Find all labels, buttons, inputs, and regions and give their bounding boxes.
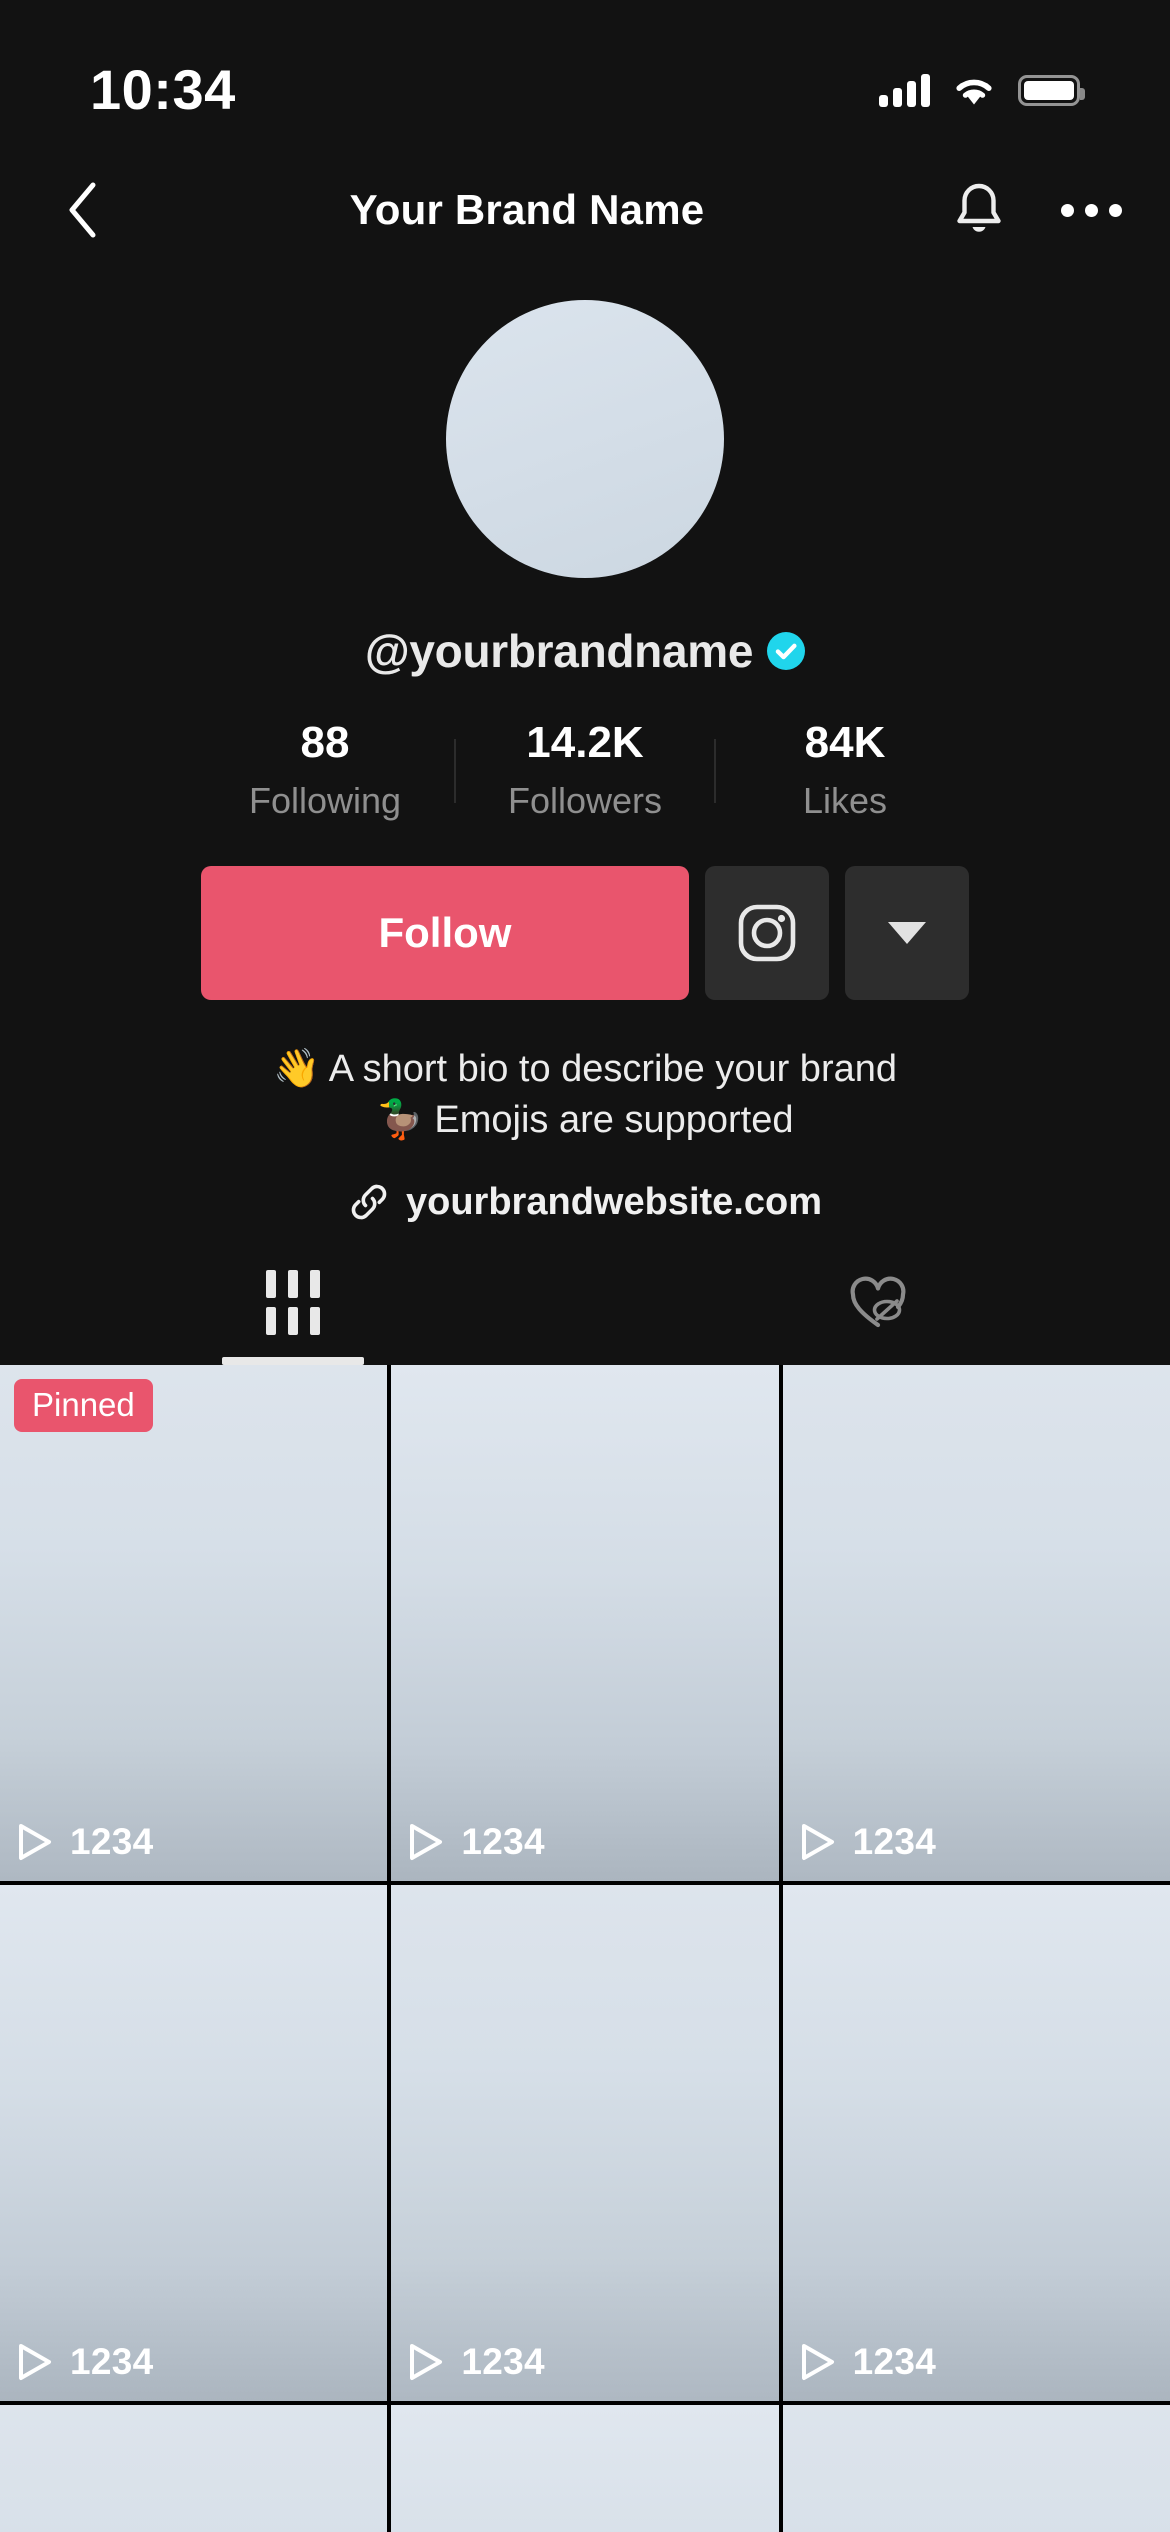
wifi-icon — [952, 74, 996, 107]
view-count: 1234 — [852, 2341, 937, 2382]
video-thumbnail[interactable]: 1234 — [0, 1885, 388, 2401]
status-bar: 10:34 — [0, 0, 1170, 150]
video-thumbnail[interactable] — [782, 2405, 1170, 2532]
followers-count: 14.2K — [526, 718, 644, 767]
video-thumbnail[interactable]: 1234 — [782, 1365, 1170, 1881]
video-thumbnail[interactable]: Pinned 1234 — [0, 1365, 388, 1881]
more-options-icon[interactable] — [1058, 177, 1124, 243]
status-bar-icons — [879, 43, 1085, 107]
view-count-overlay: 1234 — [799, 1821, 937, 1863]
heart-private-icon — [850, 1276, 905, 1327]
likes-count: 84K — [804, 718, 886, 767]
active-tab-indicator — [221, 1357, 364, 1365]
profile-stats: 88 Following 14.2K Followers 84K Likes — [0, 718, 1170, 822]
tiktok-profile-screen: 10:34 Your Brand Name @yourbrandname 88 … — [0, 0, 1170, 2532]
view-count: 1234 — [461, 1821, 545, 1862]
tab-liked[interactable] — [585, 1240, 1170, 1365]
play-triangle-icon — [19, 1824, 51, 1860]
view-count: 1234 — [461, 2341, 545, 2382]
view-count: 1234 — [852, 1821, 937, 1862]
play-triangle-icon — [19, 2344, 51, 2380]
instagram-icon — [738, 904, 796, 962]
video-thumbnail[interactable]: 1234 — [782, 1885, 1170, 2401]
instagram-button[interactable] — [705, 866, 829, 1001]
video-grid: Pinned 1234 1234 1234 1234 1234 1234 — [0, 1365, 1170, 2532]
navigation-header: Your Brand Name — [0, 150, 1170, 270]
video-thumbnail[interactable] — [391, 2405, 779, 2532]
following-count: 88 — [300, 718, 350, 767]
bio-line-1: 👋 A short bio to describe your brand — [273, 1048, 897, 1091]
stat-likes[interactable]: 84K Likes — [716, 718, 974, 822]
username: @yourbrandname — [364, 625, 754, 677]
grid-icon — [265, 1270, 320, 1335]
view-count-overlay: 1234 — [407, 2341, 545, 2383]
tab-videos[interactable] — [0, 1240, 585, 1365]
video-thumbnail[interactable]: 1234 — [391, 1365, 779, 1881]
play-triangle-icon — [410, 1824, 443, 1860]
likes-label: Likes — [802, 780, 888, 822]
followers-label: Followers — [507, 780, 663, 822]
bio-line-2: 🦆 Emojis are supported — [376, 1099, 794, 1142]
view-count-overlay: 1234 — [407, 1821, 545, 1863]
view-count-overlay: 1234 — [16, 1821, 154, 1863]
play-triangle-icon — [801, 2344, 834, 2380]
battery-full-icon — [1018, 74, 1085, 106]
avatar[interactable] — [446, 300, 724, 578]
website-link[interactable]: yourbrandwebsite.com — [0, 1181, 1170, 1224]
username-row: @yourbrandname — [0, 624, 1170, 678]
status-bar-time: 10:34 — [90, 57, 236, 121]
view-count: 1234 — [70, 2341, 154, 2382]
pinned-badge: Pinned — [14, 1379, 153, 1432]
website-url: yourbrandwebsite.com — [406, 1180, 822, 1223]
more-links-button[interactable] — [845, 866, 969, 1001]
stat-followers[interactable]: 14.2K Followers — [456, 718, 714, 822]
page-title: Your Brand Name — [349, 186, 705, 233]
follow-button[interactable]: Follow — [201, 866, 689, 1001]
cellular-signal-icon — [879, 73, 930, 107]
stat-following[interactable]: 88 Following — [196, 718, 454, 822]
profile-bio: 👋 A short bio to describe your brand 🦆 E… — [0, 1044, 1170, 1147]
chevron-down-icon — [888, 922, 926, 945]
profile-section: @yourbrandname 88 Following 14.2K Follow… — [0, 276, 1170, 1224]
header-actions — [946, 177, 1124, 243]
play-triangle-icon — [410, 2344, 443, 2380]
video-thumbnail[interactable]: 1234 — [391, 1885, 779, 2401]
profile-tabs — [0, 1240, 1170, 1365]
verified-badge-icon — [767, 632, 806, 670]
view-count-overlay: 1234 — [16, 2341, 154, 2383]
play-triangle-icon — [801, 1824, 834, 1860]
profile-actions: Follow — [0, 866, 1170, 1001]
view-count-overlay: 1234 — [799, 2341, 937, 2383]
video-thumbnail[interactable] — [0, 2405, 388, 2532]
following-label: Following — [248, 780, 402, 822]
bell-icon[interactable] — [946, 177, 1012, 243]
link-icon — [351, 1184, 387, 1220]
avatar-container — [0, 300, 1170, 578]
view-count: 1234 — [70, 1821, 154, 1862]
